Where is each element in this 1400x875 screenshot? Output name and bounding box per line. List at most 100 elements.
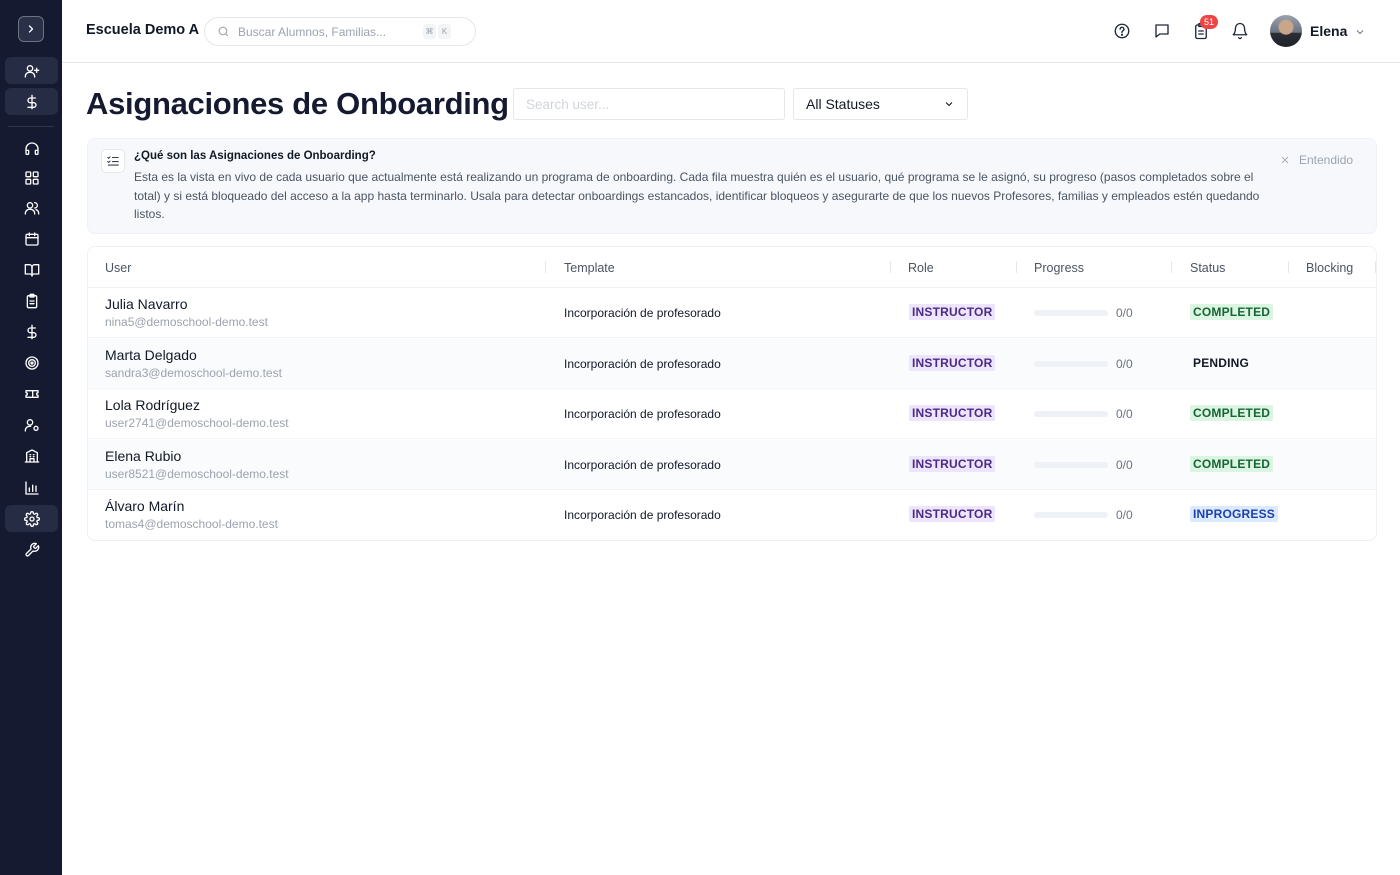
user-name[interactable]: Elena [1310,23,1347,39]
column-header-blocking[interactable]: Blocking [1306,261,1353,275]
chevron-down-icon [1356,30,1364,35]
column-divider[interactable] [1171,261,1172,273]
progress-text: 0/0 [1116,508,1133,522]
sidebar-item-user-settings[interactable] [5,411,58,438]
user-email-cell: nina5@demoschool-demo.test [105,315,268,329]
sidebar-item-organization[interactable] [5,442,58,469]
global-search[interactable]: ⌘ K [204,17,476,46]
sidebar-item-goals[interactable] [5,349,58,376]
column-divider[interactable] [1375,261,1376,273]
chevron-right-icon [28,25,34,33]
user-plus-icon [24,64,39,78]
role-badge: INSTRUCTOR [909,405,996,421]
role-badge: INSTRUCTOR [909,506,996,522]
user-search-input[interactable] [513,88,785,120]
dollar-icon [26,324,37,339]
progress-bar [1034,411,1108,417]
progress-text: 0/0 [1116,306,1133,320]
building-icon [24,448,39,463]
table-header: User Template Role Progress Status Block… [88,247,1376,288]
sidebar-item-support[interactable] [5,135,58,162]
bar-chart-icon [24,480,39,495]
messages-button[interactable] [1152,21,1172,41]
status-badge: PENDING [1193,356,1250,370]
sidebar-item-settings[interactable] [5,505,58,532]
shortcut-key-k: K [438,24,451,39]
clipboard-icon [26,293,37,308]
progress-bar [1034,462,1108,468]
book-icon [24,263,39,277]
headset-icon [24,141,39,155]
info-body: Esta es la vista en vivo de cada usuario… [134,170,1260,221]
avatar[interactable] [1270,15,1302,47]
column-header-progress[interactable]: Progress [1034,261,1084,275]
template-cell: Incorporación de profesorado [564,407,721,421]
sidebar-item-tasks[interactable] [5,287,58,314]
wrench-icon [24,542,39,557]
close-icon [1281,156,1289,164]
sidebar-item-courses[interactable] [5,256,58,283]
sidebar-divider [8,126,54,127]
user-name-cell: Elena Rubio [105,448,182,464]
sidebar-item-people[interactable] [5,194,58,221]
column-header-template[interactable]: Template [564,261,615,275]
sidebar-item-add-user[interactable] [5,57,58,84]
sidebar [0,0,62,875]
sidebar-expand-button[interactable] [18,16,44,42]
table-row[interactable]: Julia Navarro nina5@demoschool-demo.test… [88,288,1376,338]
column-divider[interactable] [890,261,891,273]
tasks-count-badge: 51 [1200,15,1218,29]
status-badge: COMPLETED [1190,304,1274,320]
help-button[interactable] [1112,21,1132,41]
sidebar-item-dashboard[interactable] [5,164,58,191]
status-filter-select[interactable]: All Statuses [793,88,968,120]
dashboard-icon [24,170,39,185]
template-cell: Incorporación de profesorado [564,306,721,320]
page-title: Asignaciones de Onboarding [86,86,509,121]
table-row[interactable]: Elena Rubio user8521@demoschool-demo.tes… [88,440,1376,490]
dollar-icon [26,94,37,109]
user-menu-toggle[interactable] [1354,25,1368,39]
notifications-button[interactable] [1230,21,1250,41]
sidebar-item-billing[interactable] [5,318,58,345]
progress-bar [1034,512,1108,518]
onboarding-table: User Template Role Progress Status Block… [87,246,1377,541]
sidebar-item-payments[interactable] [5,88,58,115]
users-icon [24,201,39,215]
column-divider[interactable] [545,261,546,273]
chevron-down-icon [945,102,953,107]
school-name[interactable]: Escuela Demo A [86,22,199,38]
sidebar-item-tools[interactable] [5,536,58,563]
table-row[interactable]: Lola Rodríguez user2741@demoschool-demo.… [88,389,1376,439]
column-divider[interactable] [1016,261,1017,273]
top-bar: Escuela Demo A ⌘ K 51 Elena [62,0,1400,63]
user-name-cell: Marta Delgado [105,347,197,363]
dismiss-label: Entendido [1299,153,1354,167]
progress-bar [1034,310,1108,316]
sidebar-item-calendar[interactable] [5,225,58,252]
global-search-input[interactable] [238,24,418,39]
status-filter-value: All Statuses [806,96,880,112]
column-header-role[interactable]: Role [908,261,934,275]
user-cog-icon [24,418,39,432]
user-name-cell: Julia Navarro [105,296,188,312]
table-row[interactable]: Marta Delgado sandra3@demoschool-demo.te… [88,339,1376,389]
table-row[interactable]: Álvaro Marín tomas4@demoschool-demo.test… [88,490,1376,540]
status-badge: COMPLETED [1190,456,1274,472]
info-banner: ¿Qué son las Asignaciones de Onboarding?… [87,138,1377,234]
sidebar-item-reports[interactable] [5,474,58,501]
template-cell: Incorporación de profesorado [564,357,721,371]
status-badge: INPROGRESS [1190,506,1279,522]
sidebar-item-tickets[interactable] [5,380,58,407]
role-badge: INSTRUCTOR [909,355,996,371]
progress-bar [1034,361,1108,367]
column-header-status[interactable]: Status [1190,261,1225,275]
column-header-user[interactable]: User [105,261,131,275]
dismiss-button[interactable]: Entendido [1280,153,1353,167]
column-divider[interactable] [1288,261,1289,273]
role-badge: INSTRUCTOR [909,304,996,320]
calendar-icon [24,231,39,246]
ticket-icon [24,389,39,398]
user-email-cell: sandra3@demoschool-demo.test [105,366,282,380]
target-icon [24,355,39,370]
